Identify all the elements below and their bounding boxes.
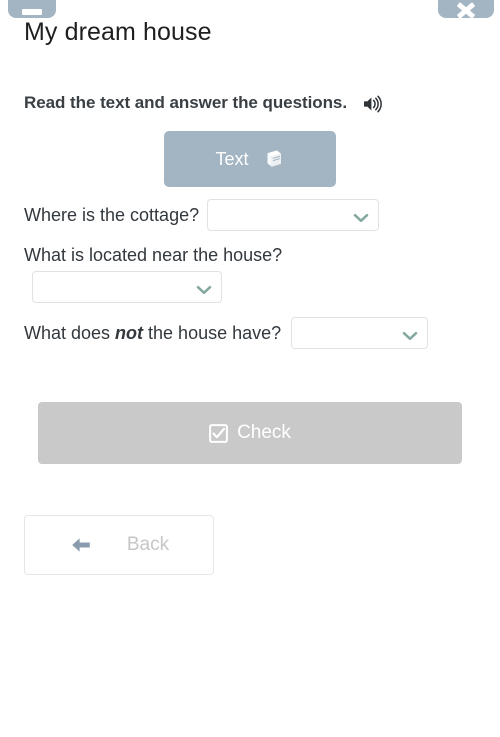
instruction-text: Read the text and answer the questions. — [24, 93, 348, 112]
question-row-2 — [32, 271, 222, 303]
arrow-left-icon — [69, 535, 93, 555]
question-label-2: What is located near the house? — [24, 245, 283, 265]
answer-select-wrap-2 — [32, 271, 222, 303]
menu-tab[interactable] — [8, 0, 56, 18]
book-icon — [263, 148, 285, 170]
instruction-row: Read the text and answer the questions. — [24, 93, 383, 113]
question-row-3: What does not the house have? — [24, 317, 429, 349]
page-title: My dream house — [24, 18, 212, 46]
menu-bar-icon — [22, 9, 42, 15]
text-button-label: Text — [215, 148, 249, 169]
question-label-3-before: What does — [24, 322, 116, 343]
question-row-1: Where is the cottage? — [24, 199, 380, 231]
answer-select-wrap-3 — [291, 317, 429, 349]
text-button[interactable]: Text — [164, 131, 336, 187]
question-label-3-emphasis: not — [115, 322, 144, 343]
speaker-icon[interactable] — [363, 95, 383, 113]
answer-select-wrap-1 — [207, 199, 380, 231]
close-icon — [455, 2, 477, 16]
check-button-label: Check — [237, 422, 291, 443]
answer-select-1[interactable] — [207, 199, 380, 231]
checkbox-checked-icon — [209, 423, 228, 443]
check-button[interactable]: Check — [38, 402, 462, 464]
back-button[interactable]: Back — [24, 515, 214, 575]
close-tab[interactable] — [438, 0, 494, 18]
question-label-3-after: the house have? — [143, 322, 282, 343]
question-label-3: What does not the house have? — [24, 323, 281, 344]
answer-select-3[interactable] — [291, 317, 429, 349]
answer-select-2[interactable] — [32, 271, 222, 303]
back-button-label: Back — [126, 534, 170, 555]
question-label-1: Where is the cottage? — [24, 204, 200, 225]
